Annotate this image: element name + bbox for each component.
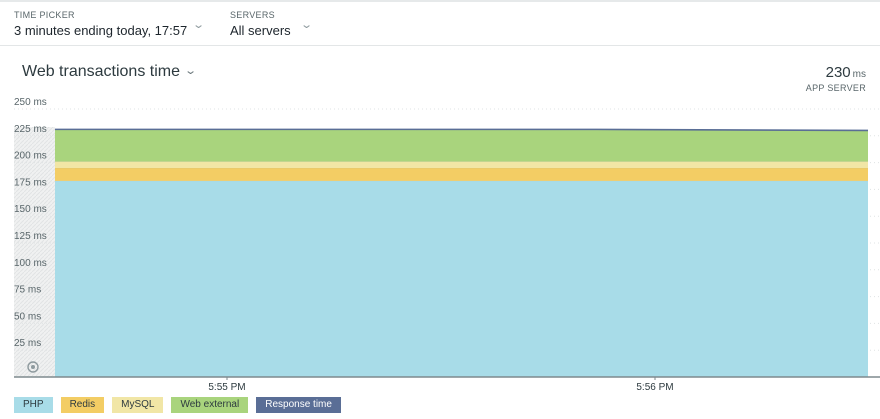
servers-picker-label: SERVERS (230, 10, 275, 20)
summary-value: 230 (825, 64, 851, 81)
chart-summary: 230 ms APP SERVER (806, 64, 866, 93)
reset-zoom-icon-dot (31, 365, 35, 369)
toolbar: TIME PICKER 3 minutes ending today, 17:5… (0, 2, 880, 46)
servers-picker[interactable]: SERVERS All servers ⌄ (230, 10, 314, 38)
area-web-external (55, 129, 868, 162)
chevron-down-icon: ⌄ (192, 19, 206, 31)
summary-unit: ms (852, 69, 866, 80)
legend-mysql[interactable]: MySQL (112, 397, 164, 413)
area-mysql (55, 161, 868, 168)
y-tick-label: 150 ms (14, 204, 47, 215)
chevron-down-icon: ⌄ (184, 65, 198, 77)
time-picker-label: TIME PICKER (14, 10, 75, 20)
chart-title: Web transactions time (22, 63, 180, 80)
y-tick-label: 125 ms (14, 231, 47, 242)
servers-picker-value: All servers (230, 23, 291, 38)
chart-title-dropdown[interactable]: Web transactions time ⌄ (22, 63, 198, 81)
y-tick-label: 75 ms (14, 285, 41, 296)
y-tick-label: 25 ms (14, 338, 41, 349)
y-tick-label: 200 ms (14, 151, 47, 162)
area-redis (55, 167, 868, 181)
legend-redis[interactable]: Redis (60, 397, 105, 413)
x-tick-label: 5:56 PM (636, 382, 673, 390)
legend-php[interactable]: PHP (14, 397, 53, 413)
x-tick-label: 5:55 PM (208, 382, 245, 390)
web-transactions-chart[interactable]: 250 ms 225 ms 200 ms 175 ms 150 ms 125 ms 100 … (0, 96, 880, 390)
summary-label: APP SERVER (805, 83, 866, 93)
y-tick-label: 250 ms (14, 97, 47, 108)
time-picker-value: 3 minutes ending today, 17:57 (14, 23, 188, 38)
y-tick-label: 175 ms (14, 177, 47, 188)
legend-response-time[interactable]: Response time (256, 397, 341, 413)
chevron-down-icon: ⌄ (300, 19, 314, 31)
y-tick-label: 225 ms (14, 124, 47, 135)
time-picker[interactable]: TIME PICKER 3 minutes ending today, 17:5… (14, 10, 209, 38)
y-tick-label: 100 ms (14, 258, 47, 269)
chart-legend: PHP Redis MySQL Web external Response time (14, 397, 341, 413)
area-php (55, 180, 868, 377)
legend-web-external[interactable]: Web external (171, 397, 249, 413)
y-tick-label: 50 ms (14, 311, 41, 322)
